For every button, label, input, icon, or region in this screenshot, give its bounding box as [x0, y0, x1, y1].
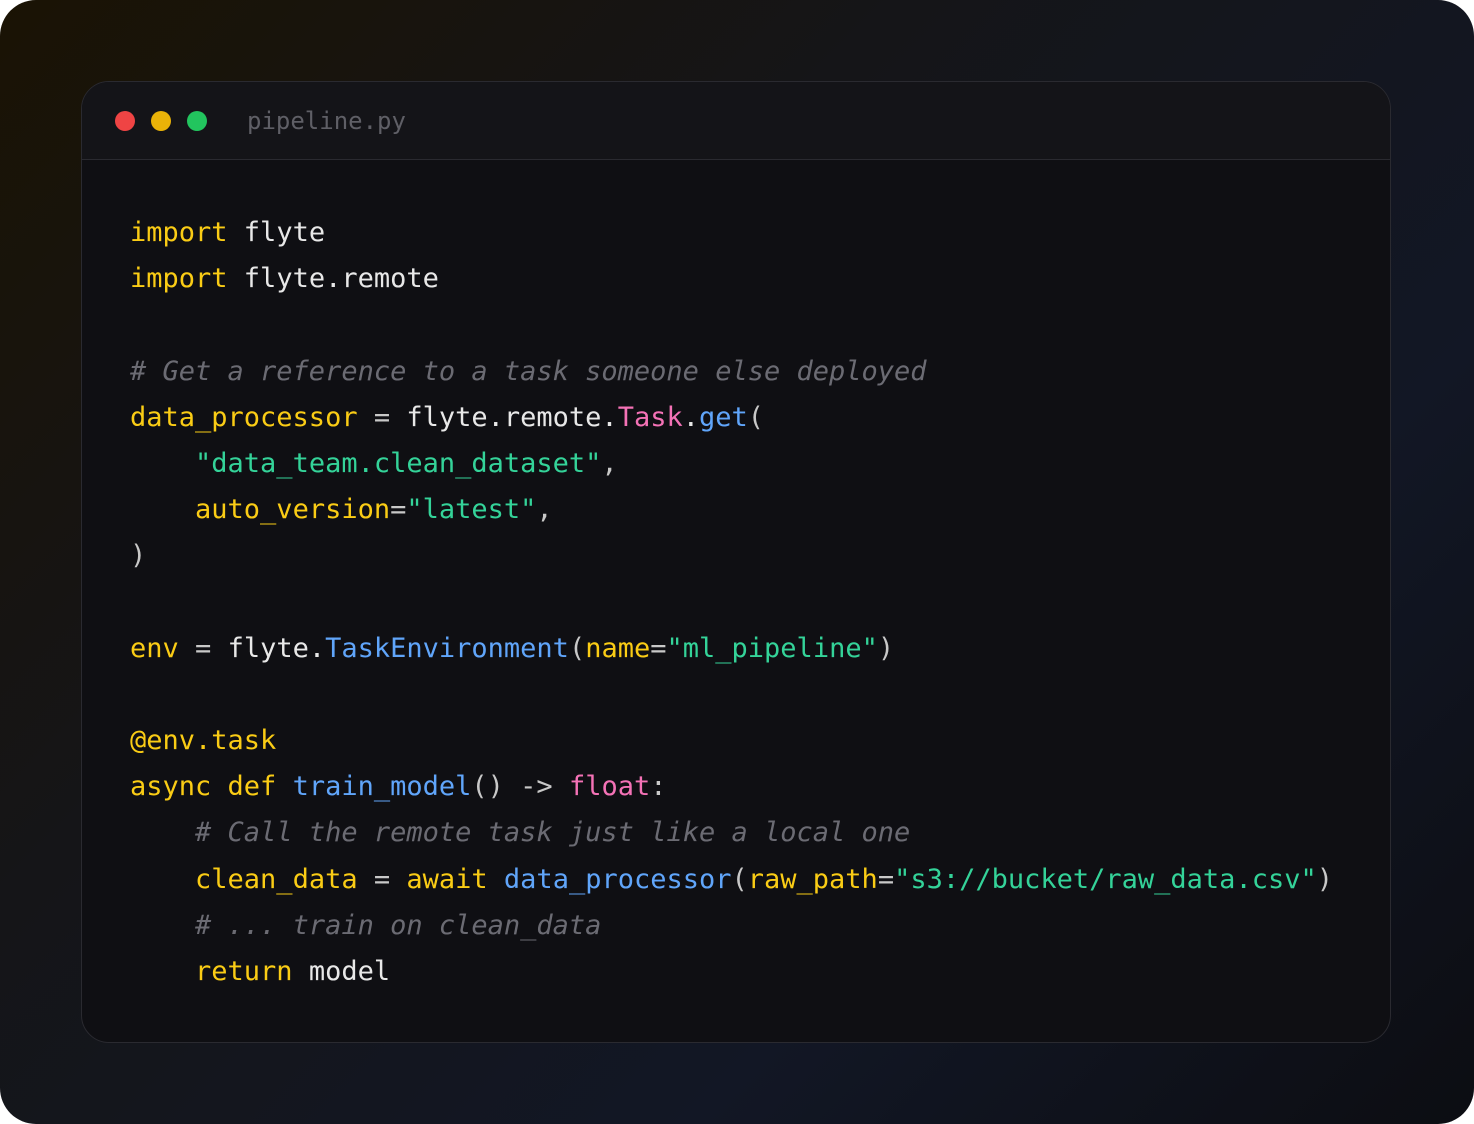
code-line: async def train_model() -> float:	[130, 764, 1370, 810]
code-token: )	[130, 540, 147, 572]
code-token: train_model	[292, 771, 472, 803]
code-line: import flyte.remote	[130, 256, 1370, 302]
code-token: def	[227, 771, 277, 803]
code-window: pipeline.py import flyte import flyte.rem…	[81, 81, 1391, 1043]
minimize-dot-icon[interactable]	[151, 111, 171, 131]
code-token: "latest"	[406, 494, 537, 526]
code-token: =	[390, 494, 407, 526]
code-line: "data_team.clean_dataset",	[130, 441, 1370, 487]
code-line: data_processor = flyte.remote.Task.get(	[130, 395, 1370, 441]
code-token: =	[650, 632, 667, 664]
code-line: )	[130, 533, 1370, 579]
code-token: raw_path	[747, 863, 878, 895]
code-token: flyte.	[227, 632, 326, 664]
code-token: ,	[601, 447, 618, 479]
code-token: # Call the remote task just like a local…	[195, 817, 911, 849]
code-token: TaskEnvironment	[325, 632, 569, 664]
code-block: import flyte import flyte.remote # Get a r…	[130, 210, 1370, 995]
code-token: return	[195, 956, 293, 987]
code-token: =	[357, 401, 407, 433]
title-bar: pipeline.py	[82, 82, 1390, 160]
code-token: async	[130, 771, 212, 803]
code-token: flyte.remote.	[406, 401, 618, 433]
code-token: clean_data	[195, 863, 358, 895]
code-line: env = flyte.TaskEnvironment(name="ml_pip…	[130, 626, 1370, 672]
code-token: get	[698, 401, 748, 433]
code-token: :	[650, 771, 667, 803]
code-token: =	[877, 863, 895, 895]
code-token: "s3://bucket/raw_data.csv"	[894, 863, 1317, 895]
code-token: "data_team.clean_dataset"	[195, 447, 602, 479]
code-token: import	[130, 217, 228, 248]
code-token: () ->	[471, 771, 569, 803]
code-token: (	[568, 632, 586, 664]
code-token: # Get a reference to a task someone else…	[130, 355, 927, 387]
maximize-dot-icon[interactable]	[187, 111, 207, 131]
code-token: ,	[536, 494, 553, 526]
code-token: name	[585, 632, 651, 664]
close-dot-icon[interactable]	[115, 111, 135, 131]
code-token: (	[747, 401, 765, 433]
code-token: float	[568, 771, 651, 803]
code-line: auto_version="latest",	[130, 487, 1370, 533]
code-token: )	[877, 632, 895, 664]
code-token: .	[682, 401, 699, 433]
code-token: import	[130, 263, 228, 295]
code-token: =	[178, 632, 228, 664]
code-token: flyte	[227, 217, 326, 248]
code-line: return model	[130, 949, 1370, 995]
code-line: import flyte	[130, 210, 1370, 256]
code-token: Task	[617, 401, 683, 433]
code-token: =	[357, 863, 407, 895]
code-token: "ml_pipeline"	[666, 632, 878, 664]
code-token: )	[1316, 863, 1333, 895]
code-line: @env.task	[130, 718, 1370, 764]
code-line: # ... train on clean_data	[130, 903, 1370, 949]
code-token: auto_version	[195, 494, 391, 526]
code-token: data_processor	[130, 401, 358, 433]
code-line: # Get a reference to a task someone else…	[130, 349, 1370, 395]
code-line: # Call the remote task just like a local…	[130, 810, 1370, 856]
code-token: model	[292, 956, 391, 987]
code-token: # ... train on clean_data	[195, 909, 602, 941]
file-name: pipeline.py	[247, 107, 406, 135]
code-line: clean_data = await data_processor(raw_pa…	[130, 857, 1370, 903]
code-token: (	[731, 863, 748, 895]
code-token: data_processor	[503, 863, 732, 895]
code-token: flyte.remote	[227, 263, 439, 295]
code-token: @env.task	[130, 725, 277, 757]
code-token: env	[130, 632, 179, 664]
background: pipeline.py import flyte import flyte.rem…	[0, 0, 1474, 1124]
code-token: await	[406, 863, 488, 895]
